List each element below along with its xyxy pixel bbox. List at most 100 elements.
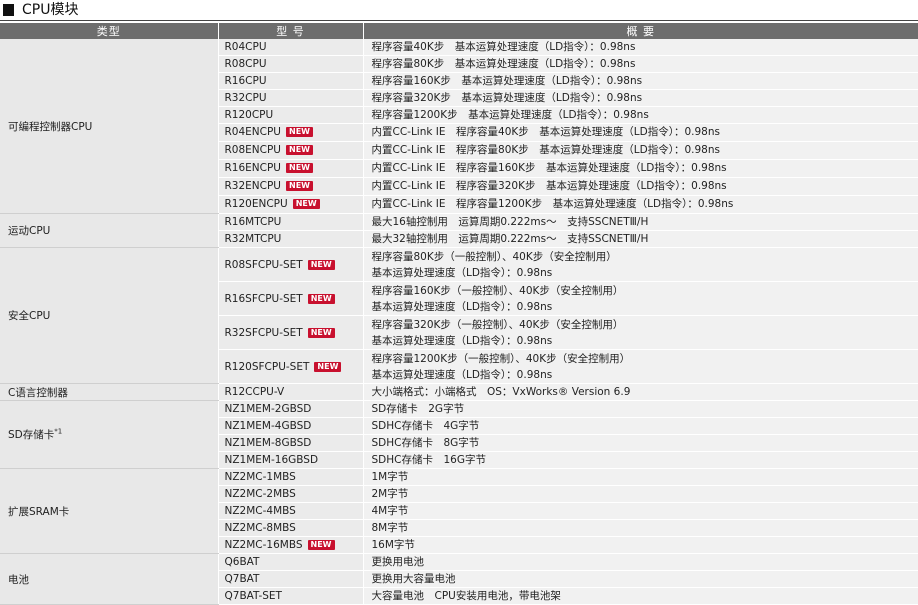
summary-cell: 内置CC-Link IE 程序容量1200K步 基本运算处理速度（LD指令）：0… bbox=[363, 196, 918, 214]
heading-rule bbox=[0, 20, 918, 21]
model-name: Q7BAT-SET bbox=[225, 590, 282, 602]
summary-text: 基本运算处理速度（LD指令）：0.98ns bbox=[372, 333, 918, 349]
table-row: 扩展SRAM卡NZ2MC-1MBS1M字节 bbox=[0, 469, 918, 486]
model-cell: NZ1MEM-2GBSD bbox=[218, 401, 363, 418]
footnote-marker: *1 bbox=[54, 428, 62, 436]
model-name: R04ENCPU bbox=[225, 126, 282, 138]
model-name: R12CCPU-V bbox=[225, 386, 285, 398]
summary-cell: 最大16轴控制用 运算周期0.222ms～ 支持SSCNETⅢ/H bbox=[363, 214, 918, 231]
header-type: 类型 bbox=[0, 23, 218, 39]
model-name: NZ2MC-8MBS bbox=[225, 522, 296, 534]
cpu-module-table: 类型 型 号 概 要 可编程控制器CPUR04CPU程序容量40K步 基本运算处… bbox=[0, 23, 918, 605]
summary-cell: 更换用电池 bbox=[363, 554, 918, 571]
summary-text: 大小端格式：小端格式 OS：VxWorks® Version 6.9 bbox=[372, 386, 631, 398]
summary-cell: 更换用大容量电池 bbox=[363, 571, 918, 588]
category-cell: SD存储卡*1 bbox=[0, 401, 218, 469]
summary-text: 程序容量160K步 基本运算处理速度（LD指令）：0.98ns bbox=[372, 75, 643, 87]
table-row: 安全CPUR08SFCPU-SETNEW程序容量80K步（一般控制）、40K步（… bbox=[0, 248, 918, 282]
summary-text: 程序容量1200K步 基本运算处理速度（LD指令）：0.98ns bbox=[372, 109, 649, 121]
summary-text: 程序容量40K步 基本运算处理速度（LD指令）：0.98ns bbox=[372, 41, 636, 53]
summary-cell: SDHC存储卡 16G字节 bbox=[363, 452, 918, 469]
new-badge: NEW bbox=[308, 328, 335, 338]
model-cell: R16SFCPU-SET NEW bbox=[218, 282, 363, 316]
model-name: NZ2MC-1MBS bbox=[225, 471, 296, 483]
table-row: SD存储卡*1NZ1MEM-2GBSDSD存储卡 2G字节 bbox=[0, 401, 918, 418]
category-label: C语言控制器 bbox=[8, 387, 68, 399]
summary-text: 基本运算处理速度（LD指令）：0.98ns bbox=[372, 367, 918, 383]
model-cell: R120ENCPUNEW bbox=[218, 196, 363, 214]
summary-text: 最大16轴控制用 运算周期0.222ms～ 支持SSCNETⅢ/H bbox=[372, 216, 649, 228]
summary-text: 更换用电池 bbox=[372, 556, 425, 568]
summary-text: 程序容量320K步 基本运算处理速度（LD指令）：0.98ns bbox=[372, 92, 643, 104]
model-cell: R16ENCPUNEW bbox=[218, 160, 363, 178]
summary-text: 8M字节 bbox=[372, 522, 409, 534]
summary-cell: 程序容量160K步（一般控制）、40K步（安全控制用）基本运算处理速度（LD指令… bbox=[363, 282, 918, 316]
model-cell: NZ2MC-8MBS bbox=[218, 520, 363, 537]
model-cell: NZ1MEM-16GBSD bbox=[218, 452, 363, 469]
summary-text: 程序容量320K步（一般控制）、40K步（安全控制用） bbox=[372, 317, 918, 333]
summary-cell: 程序容量1200K步 基本运算处理速度（LD指令）：0.98ns bbox=[363, 107, 918, 124]
model-name: NZ2MC-2MBS bbox=[225, 488, 296, 500]
summary-text: 内置CC-Link IE 程序容量320K步 基本运算处理速度（LD指令）：0.… bbox=[372, 180, 727, 192]
summary-text: 内置CC-Link IE 程序容量40K步 基本运算处理速度（LD指令）：0.9… bbox=[372, 126, 720, 138]
summary-cell: 程序容量320K步 基本运算处理速度（LD指令）：0.98ns bbox=[363, 90, 918, 107]
model-name: R16CPU bbox=[225, 75, 267, 87]
new-badge: NEW bbox=[293, 199, 320, 209]
model-cell: R120CPU bbox=[218, 107, 363, 124]
summary-cell: 内置CC-Link IE 程序容量40K步 基本运算处理速度（LD指令）：0.9… bbox=[363, 124, 918, 142]
model-name: NZ1MEM-8GBSD bbox=[225, 437, 312, 449]
model-cell: Q7BAT bbox=[218, 571, 363, 588]
summary-cell: SDHC存储卡 4G字节 bbox=[363, 418, 918, 435]
summary-cell: 大小端格式：小端格式 OS：VxWorks® Version 6.9 bbox=[363, 384, 918, 401]
model-cell: NZ2MC-4MBS bbox=[218, 503, 363, 520]
model-cell: R08ENCPUNEW bbox=[218, 142, 363, 160]
model-cell: R32CPU bbox=[218, 90, 363, 107]
model-cell: NZ1MEM-8GBSD bbox=[218, 435, 363, 452]
summary-text: 2M字节 bbox=[372, 488, 409, 500]
summary-cell: 最大32轴控制用 运算周期0.222ms～ 支持SSCNETⅢ/H bbox=[363, 231, 918, 248]
summary-cell: 大容量电池 CPU安装用电池，带电池架 bbox=[363, 588, 918, 605]
summary-text: 内置CC-Link IE 程序容量160K步 基本运算处理速度（LD指令）：0.… bbox=[372, 162, 727, 174]
model-cell: NZ2MC-1MBS bbox=[218, 469, 363, 486]
summary-cell: SD存储卡 2G字节 bbox=[363, 401, 918, 418]
summary-text: 内置CC-Link IE 程序容量1200K步 基本运算处理速度（LD指令）：0… bbox=[372, 198, 734, 210]
category-label: 安全CPU bbox=[8, 310, 50, 322]
model-cell: R08CPU bbox=[218, 56, 363, 73]
category-cell: 扩展SRAM卡 bbox=[0, 469, 218, 554]
table-header-row: 类型 型 号 概 要 bbox=[0, 23, 918, 39]
model-cell: NZ2MC-16MBSNEW bbox=[218, 537, 363, 554]
new-badge: NEW bbox=[308, 294, 335, 304]
model-name: R32CPU bbox=[225, 92, 267, 104]
model-name: R120SFCPU-SET bbox=[225, 361, 310, 373]
section-heading: CPU模块 bbox=[0, 0, 918, 22]
summary-text: SDHC存储卡 8G字节 bbox=[372, 437, 480, 449]
header-summary: 概 要 bbox=[363, 23, 918, 39]
table-row: C语言控制器 R12CCPU-V 大小端格式：小端格式 OS：VxWorks® Ve… bbox=[0, 384, 918, 401]
model-cell: R16CPU bbox=[218, 73, 363, 90]
summary-cell: 内置CC-Link IE 程序容量160K步 基本运算处理速度（LD指令）：0.… bbox=[363, 160, 918, 178]
header-model: 型 号 bbox=[218, 23, 363, 39]
summary-cell: 程序容量160K步 基本运算处理速度（LD指令）：0.98ns bbox=[363, 73, 918, 90]
category-cell: 运动CPU bbox=[0, 214, 218, 248]
model-name: NZ1MEM-4GBSD bbox=[225, 420, 312, 432]
table-row: 运动CPUR16MTCPU最大16轴控制用 运算周期0.222ms～ 支持SSC… bbox=[0, 214, 918, 231]
model-cell: R120SFCPU-SETNEW bbox=[218, 350, 363, 384]
model-name: R120CPU bbox=[225, 109, 274, 121]
model-name: NZ2MC-16MBS bbox=[225, 539, 303, 551]
new-badge: NEW bbox=[286, 181, 313, 191]
summary-cell: 2M字节 bbox=[363, 486, 918, 503]
summary-text: 程序容量80K步 基本运算处理速度（LD指令）：0.98ns bbox=[372, 58, 636, 70]
summary-text: 最大32轴控制用 运算周期0.222ms～ 支持SSCNETⅢ/H bbox=[372, 233, 649, 245]
summary-text: SDHC存储卡 16G字节 bbox=[372, 454, 486, 466]
summary-text: 程序容量1200K步（一般控制）、40K步（安全控制用） bbox=[372, 351, 918, 367]
new-badge: NEW bbox=[286, 145, 313, 155]
model-name: R16SFCPU-SET bbox=[225, 293, 303, 305]
category-cell: 可编程控制器CPU bbox=[0, 39, 218, 214]
model-cell: R32SFCPU-SETNEW bbox=[218, 316, 363, 350]
summary-text: 16M字节 bbox=[372, 539, 415, 551]
category-cell: 安全CPU bbox=[0, 248, 218, 384]
model-name: NZ2MC-4MBS bbox=[225, 505, 296, 517]
summary-text: SD存储卡 2G字节 bbox=[372, 403, 465, 415]
summary-text: 更换用大容量电池 bbox=[372, 573, 456, 585]
model-name: NZ1MEM-16GBSD bbox=[225, 454, 319, 466]
